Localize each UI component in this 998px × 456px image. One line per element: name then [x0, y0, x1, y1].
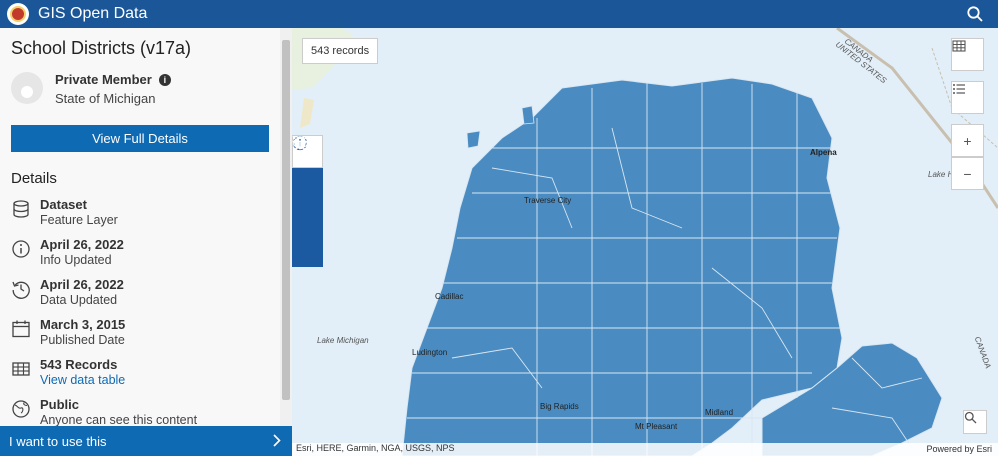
detail-main: April 26, 2022 [40, 237, 124, 252]
list-view-button[interactable] [951, 81, 984, 114]
detail-sub: Feature Layer [40, 213, 118, 227]
detail-published: March 3, 2015 Published Date [11, 317, 269, 347]
owner-info-icon[interactable]: i [158, 73, 171, 86]
history-icon [12, 281, 30, 299]
map-label-alpena: Alpena [810, 148, 837, 157]
detail-main: April 26, 2022 [40, 277, 124, 292]
map-label-big-rapids: Big Rapids [540, 402, 579, 411]
i-want-to-use-this-button[interactable]: I want to use this [0, 426, 292, 456]
sidebar-scrollbar[interactable] [280, 28, 292, 426]
table-view-icon [952, 40, 966, 52]
view-data-table-link[interactable]: View data table [40, 373, 125, 387]
map-view[interactable]: CANADA UNITED STATES Alpena Traverse Cit… [292, 28, 998, 456]
star-icon [292, 135, 308, 151]
map-attribution: Esri, HERE, Garmin, NGA, USGS, NPS Power… [292, 443, 998, 456]
detail-dataset: Dataset Feature Layer [11, 197, 269, 227]
map-label-mt-pleasant: Mt Pleasant [635, 422, 678, 431]
detail-sub: Published Date [40, 333, 125, 347]
detail-sub: Info Updated [40, 253, 112, 267]
calendar-icon [12, 320, 30, 338]
detail-main: March 3, 2015 [40, 317, 126, 332]
detail-data-updated: April 26, 2022 Data Updated [11, 277, 269, 307]
details-sidebar: School Districts (v17a) Private Member i… [0, 28, 292, 456]
attribution-text: Esri, HERE, Garmin, NGA, USGS, NPS [296, 443, 455, 453]
database-icon [13, 200, 29, 218]
view-full-details-button[interactable]: View Full Details [11, 125, 269, 152]
download-tool-button[interactable] [292, 136, 323, 234]
use-label: I want to use this [9, 433, 107, 449]
map-label-midland: Midland [705, 408, 734, 417]
map-toolbar [292, 135, 323, 267]
details-heading: Details [11, 170, 57, 187]
detail-records: 543 Records View data table [11, 357, 269, 387]
sidebar-content: School Districts (v17a) Private Member i… [0, 28, 280, 426]
detail-main: 543 Records [40, 357, 118, 372]
owner-name: Private Member i [55, 72, 171, 87]
app-header: GIS Open Data [0, 0, 998, 28]
list-view-icon [953, 84, 965, 94]
detail-main: Dataset [40, 197, 87, 212]
search-icon [964, 411, 977, 424]
state-seal-logo[interactable] [7, 3, 29, 25]
chevron-right-icon [273, 434, 281, 447]
avatar [11, 72, 43, 104]
map-label-ludington: Ludington [412, 348, 448, 357]
detail-main: Public [40, 397, 80, 412]
zoom-in-button[interactable]: + [951, 124, 984, 157]
powered-by-esri[interactable]: Powered by Esri [926, 444, 992, 454]
owner-block: Private Member i State of Michigan [11, 72, 269, 106]
records-badge: 543 records [302, 38, 379, 64]
map-label-lake-michigan: Lake Michigan [317, 336, 369, 345]
michigan-districts-map[interactable] [292, 28, 998, 456]
detail-access: Public Anyone can see this content [11, 397, 269, 426]
detail-sub: Data Updated [40, 293, 118, 307]
map-label-traverse-city: Traverse City [524, 196, 572, 205]
detail-sub: Anyone can see this content [40, 413, 198, 426]
info-icon [12, 240, 30, 258]
zoom-out-button[interactable]: − [951, 157, 984, 190]
table-view-button[interactable] [951, 38, 984, 71]
owner-org: State of Michigan [55, 91, 156, 106]
map-label-lake-huron: Lake H [928, 170, 954, 179]
app-title[interactable]: GIS Open Data [38, 5, 147, 23]
globe-icon [12, 400, 30, 418]
map-label-cadillac: Cadillac [435, 292, 464, 301]
detail-info-updated: April 26, 2022 Info Updated [11, 237, 269, 267]
table-icon [12, 362, 30, 376]
search-icon[interactable] [966, 5, 984, 23]
map-search-button[interactable] [963, 410, 987, 434]
favorite-tool-button[interactable] [292, 135, 323, 267]
filter-tool-button[interactable] [292, 136, 323, 201]
dataset-title: School Districts (v17a) [11, 38, 192, 58]
